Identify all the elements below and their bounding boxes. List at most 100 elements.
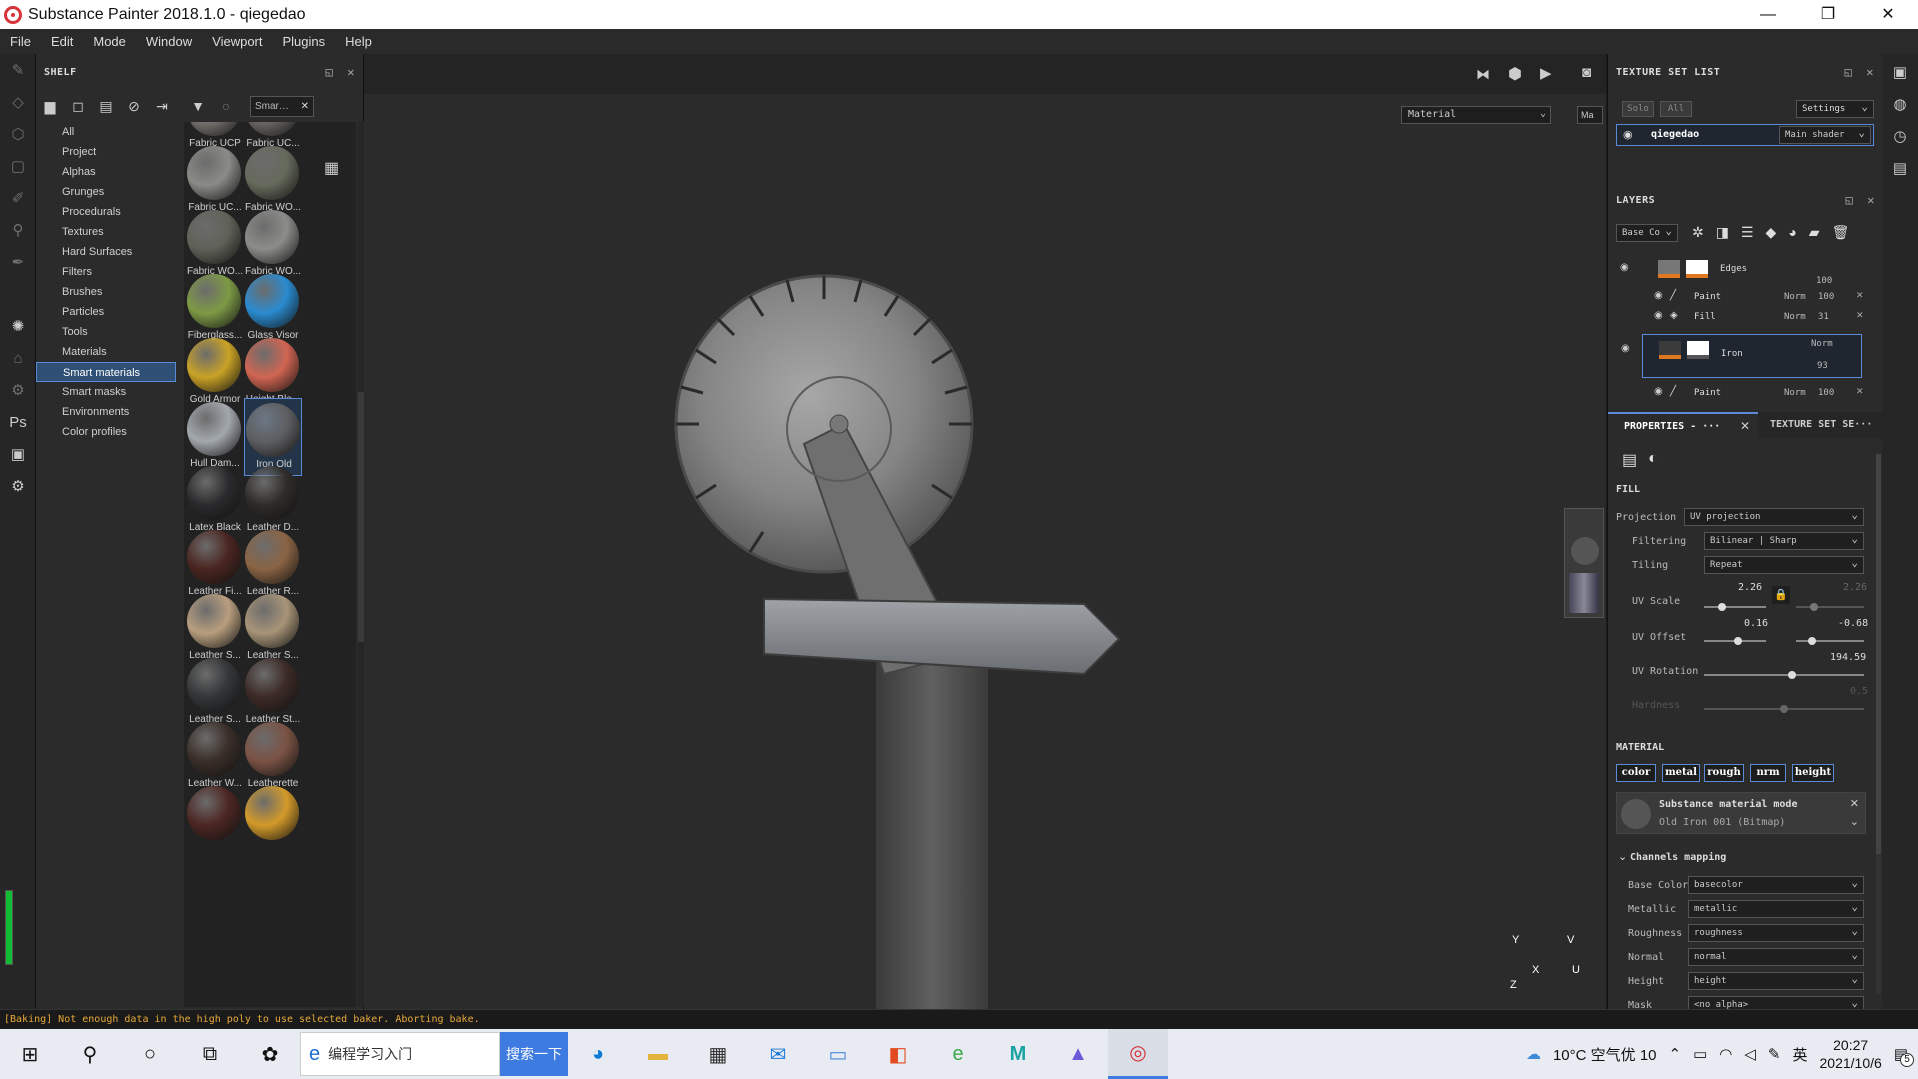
mapping-dropdown[interactable]: basecolor — [1688, 875, 1864, 894]
close-window-button[interactable]: ✕ — [1858, 0, 1918, 29]
undock-icon[interactable]: ◱ — [1846, 193, 1854, 207]
visibility-eye-icon[interactable]: ◉ — [1654, 290, 1663, 301]
export-icon[interactable]: ▣ — [0, 438, 36, 470]
pen-icon[interactable]: ✎ — [1768, 1045, 1781, 1063]
chip-height[interactable]: height — [1792, 764, 1834, 782]
ime-indicator[interactable]: 英 — [1793, 1044, 1808, 1065]
filter-tag[interactable]: Smar… ✕ — [250, 96, 314, 117]
chevron-down-icon[interactable]: ⌄ — [1850, 815, 1859, 828]
menu-viewport[interactable]: Viewport — [202, 34, 272, 49]
browser-icon[interactable]: e — [928, 1029, 988, 1079]
menu-edit[interactable]: Edit — [41, 34, 83, 49]
uv-scale-value[interactable]: 2.26 — [1738, 582, 1762, 593]
viewport-second-dropdown[interactable]: Ma — [1577, 106, 1603, 124]
layer-row[interactable]: ◉ Iron Norm 93 — [1621, 334, 1862, 378]
category-materials[interactable]: Materials — [36, 342, 176, 362]
undock-icon[interactable]: ◱ — [326, 65, 334, 79]
menu-plugins[interactable]: Plugins — [272, 34, 335, 49]
mapping-dropdown[interactable]: height — [1688, 971, 1864, 990]
chip-rough[interactable]: rough — [1704, 764, 1744, 782]
refresh-icon[interactable]: ○ — [212, 98, 240, 114]
shader-dropdown[interactable]: Main shader — [1779, 125, 1871, 144]
category-procedurals[interactable]: Procedurals — [36, 202, 176, 222]
add-layer-icon[interactable]: ☰ — [1741, 224, 1754, 241]
weather-text[interactable]: 10°C 空气优 10 — [1553, 1044, 1657, 1065]
menu-window[interactable]: Window — [136, 34, 202, 49]
layer-row[interactable]: ◉ ◈ Fill Norm 31 ✕ — [1654, 308, 1870, 326]
browser-search-box[interactable]: e 编程学习入门 — [300, 1032, 500, 1076]
notification-icon[interactable]: ▤5 — [1894, 1045, 1914, 1067]
category-smart-masks[interactable]: Smart masks — [36, 382, 176, 402]
layer-opacity[interactable]: 100 — [1816, 276, 1832, 286]
chevron-down-icon[interactable]: ⌄ — [1618, 850, 1627, 863]
bake-icon[interactable]: ✺ — [0, 310, 36, 342]
chip-color[interactable]: color — [1616, 764, 1656, 782]
clone-stamp-icon[interactable]: ⚲ — [0, 214, 36, 246]
new-icon[interactable]: ◻ — [64, 98, 92, 115]
uv-offset-x-slider[interactable] — [1704, 637, 1766, 645]
visibility-eye-icon[interactable]: ◉ — [1621, 343, 1630, 354]
clock[interactable]: 20:27 2021/10/6 — [1820, 1036, 1882, 1072]
layer-channel-dropdown[interactable]: Base Co — [1616, 223, 1678, 242]
projection-dropdown[interactable]: UV projection — [1684, 507, 1864, 526]
history-icon[interactable]: ◷ — [1882, 120, 1918, 152]
chevron-up-icon[interactable]: ⌃ — [1669, 1045, 1682, 1063]
viewport-3d[interactable]: ⧓ ⬢ ▶ ◙ Y X Z U V — [364, 54, 1606, 1009]
paint-brush-icon[interactable]: ✎ — [0, 54, 36, 86]
maximize-button[interactable]: ❐ — [1798, 0, 1858, 29]
tab-properties[interactable]: PROPERTIES - ··· ✕ — [1608, 412, 1758, 438]
menu-file[interactable]: File — [0, 34, 41, 49]
blend-mode[interactable]: Norm — [1784, 388, 1806, 398]
close-icon[interactable]: ✕ — [1740, 419, 1750, 433]
undock-icon[interactable]: ◱ — [1845, 65, 1853, 79]
delete-layer-icon[interactable]: 🗑 — [1832, 224, 1850, 241]
layer-row[interactable]: ◉ ╱ Paint Norm 100 ✕ — [1654, 384, 1870, 402]
color-picker-icon[interactable]: ✒ — [0, 246, 36, 278]
close-icon[interactable]: ✕ — [347, 65, 355, 79]
log-icon[interactable]: ▤ — [1882, 152, 1918, 184]
clear-filter-icon[interactable]: ✕ — [301, 97, 309, 116]
settings-icon[interactable]: ⚙ — [0, 470, 36, 502]
mask-icon[interactable]: ◨ — [1716, 224, 1729, 241]
cortana-icon[interactable]: ○ — [120, 1029, 180, 1079]
visibility-eye-icon[interactable]: ◉ — [1620, 262, 1629, 273]
chip-metal[interactable]: metal — [1662, 764, 1700, 782]
filter-icon[interactable]: ▼ — [184, 98, 212, 114]
layer-opacity[interactable]: 100 — [1818, 388, 1834, 398]
projection-icon[interactable]: ⬡ — [0, 118, 36, 150]
material-preview-strip[interactable] — [1564, 508, 1604, 618]
material-tile[interactable] — [186, 782, 244, 860]
volume-icon[interactable]: ◁ — [1744, 1045, 1756, 1063]
mapping-dropdown[interactable]: metallic — [1688, 899, 1864, 918]
tiling-dropdown[interactable]: Repeat — [1704, 555, 1864, 574]
folder-icon[interactable]: ▆ — [36, 98, 64, 115]
chip-nrm[interactable]: nrm — [1750, 764, 1786, 782]
close-icon[interactable]: ✕ — [1856, 310, 1864, 321]
wifi-icon[interactable]: ◠ — [1719, 1045, 1732, 1063]
category-particles[interactable]: Particles — [36, 302, 176, 322]
iray-icon[interactable]: ⌂ — [0, 342, 36, 374]
menu-mode[interactable]: Mode — [83, 34, 136, 49]
substance-painter-taskbar-icon[interactable]: ◎ — [1108, 1029, 1168, 1079]
edge-browser-icon[interactable]: ◕ — [568, 1029, 628, 1079]
category-tools[interactable]: Tools — [36, 322, 176, 342]
layer-row[interactable]: ◉ Edges 100 — [1620, 254, 1862, 286]
solo-button[interactable]: Solo — [1622, 101, 1654, 117]
uv-rotation-value[interactable]: 194.59 — [1830, 652, 1866, 663]
zbrush-icon[interactable]: ▲ — [1048, 1029, 1108, 1079]
uv-offset-y-value[interactable]: -0.68 — [1838, 618, 1868, 629]
texture-set-row[interactable]: ◉ qiegedao Main shader — [1616, 124, 1874, 146]
uv-scale-slider[interactable] — [1704, 603, 1766, 611]
close-icon[interactable]: ✕ — [1856, 386, 1864, 397]
material-props-icon[interactable]: ◐ — [1648, 450, 1658, 468]
list-icon[interactable]: ▤ — [92, 98, 120, 115]
import-icon[interactable]: ⇥ — [148, 98, 176, 115]
add-folder-icon[interactable]: ▰ — [1809, 224, 1820, 241]
menu-help[interactable]: Help — [335, 34, 382, 49]
layer-opacity[interactable]: 100 — [1818, 292, 1834, 302]
substance-material-box[interactable]: Substance material mode Old Iron 001 (Bi… — [1616, 792, 1866, 834]
mapping-dropdown[interactable]: roughness — [1688, 923, 1864, 942]
screen-icon[interactable]: ▭ — [808, 1029, 868, 1079]
hide-icon[interactable]: ⊘ — [120, 98, 148, 115]
close-icon[interactable]: ✕ — [1867, 193, 1875, 207]
